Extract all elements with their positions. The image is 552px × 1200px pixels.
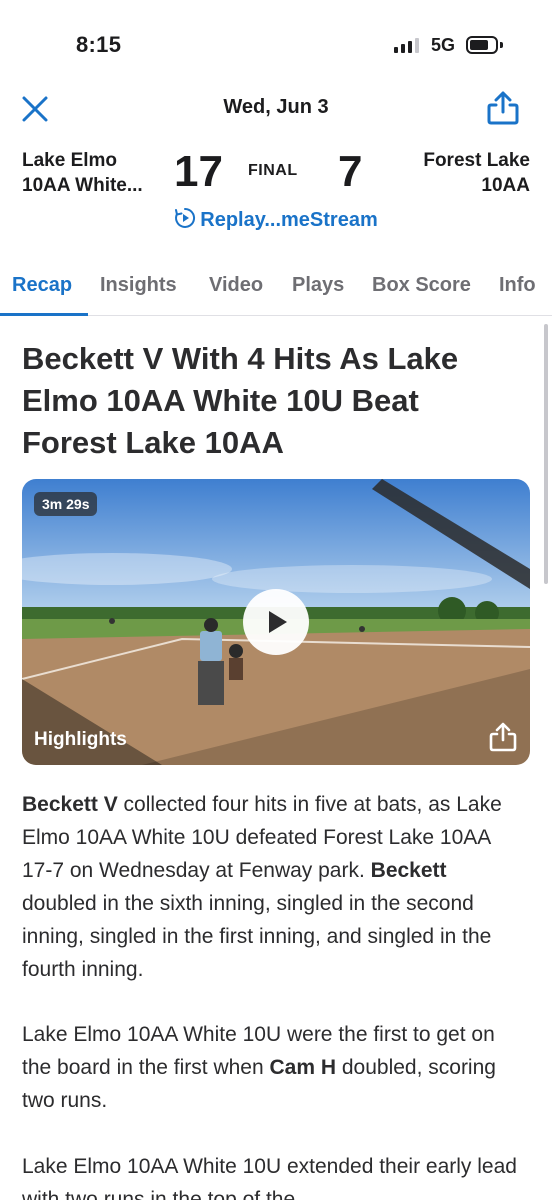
share-icon[interactable] — [486, 90, 520, 126]
scoreboard: Lake Elmo 10AA White... 17 FINAL 7 Fores… — [0, 146, 552, 206]
home-team-line1: Lake Elmo — [22, 150, 118, 171]
video-duration: 3m 29s — [34, 492, 98, 516]
home-score: 17 — [174, 147, 223, 196]
video-share-icon[interactable] — [488, 721, 518, 753]
paragraph-text: doubled in the sixth inning, singled in … — [22, 892, 492, 981]
away-team-line1: Forest Lake — [423, 150, 530, 171]
player-name: Beckett V — [22, 793, 118, 816]
replay-icon — [174, 207, 196, 235]
scrollbar[interactable] — [544, 324, 548, 584]
replay-link[interactable]: Replay...meStream — [0, 207, 552, 235]
status-time: 8:15 — [76, 32, 122, 57]
tab-bar: Recap Insights Video Plays Box Score Inf… — [0, 270, 552, 316]
play-icon — [269, 611, 287, 633]
play-button[interactable] — [243, 589, 309, 655]
tab-plays[interactable]: Plays — [292, 274, 344, 297]
header: Wed, Jun 3 — [0, 86, 552, 130]
article-paragraph-3: Lake Elmo 10AA White 10U extended their … — [22, 1150, 522, 1200]
video-title: Highlights — [34, 729, 127, 750]
player-name: Cam H — [269, 1056, 337, 1079]
home-team-name[interactable]: Lake Elmo 10AA White... — [22, 148, 143, 198]
battery-tip — [500, 42, 503, 48]
game-date: Wed, Jun 3 — [223, 96, 329, 118]
paragraph-text: Lake Elmo 10AA White 10U extended their … — [22, 1155, 517, 1200]
away-score: 7 — [338, 147, 363, 196]
article-paragraph-1: Beckett V collected four hits in five at… — [22, 788, 522, 986]
tab-video[interactable]: Video — [209, 274, 263, 297]
home-team-line2: 10AA White... — [22, 175, 143, 196]
article-headline: Beckett V With 4 Hits As Lake Elmo 10AA … — [22, 341, 459, 460]
player-name: Beckett — [370, 859, 447, 882]
active-tab-indicator — [0, 313, 88, 316]
highlights-video[interactable]: 3m 29s Highlights — [22, 479, 530, 765]
battery-icon — [466, 36, 498, 54]
tab-info[interactable]: Info — [499, 274, 536, 297]
article-paragraph-2: Lake Elmo 10AA White 10U were the first … — [22, 1018, 522, 1117]
signal-icon — [394, 37, 419, 53]
away-team-line2: 10AA — [481, 175, 530, 196]
replay-label: Replay...meStream — [200, 209, 378, 231]
tab-recap[interactable]: Recap — [12, 274, 72, 297]
network-label: 5G — [431, 35, 456, 55]
away-team-name[interactable]: Forest Lake 10AA — [423, 148, 530, 198]
tab-box-score[interactable]: Box Score — [372, 274, 471, 297]
game-status: FINAL — [248, 162, 298, 179]
tab-insights[interactable]: Insights — [100, 274, 177, 297]
status-bar: 8:15 5G — [0, 0, 552, 80]
